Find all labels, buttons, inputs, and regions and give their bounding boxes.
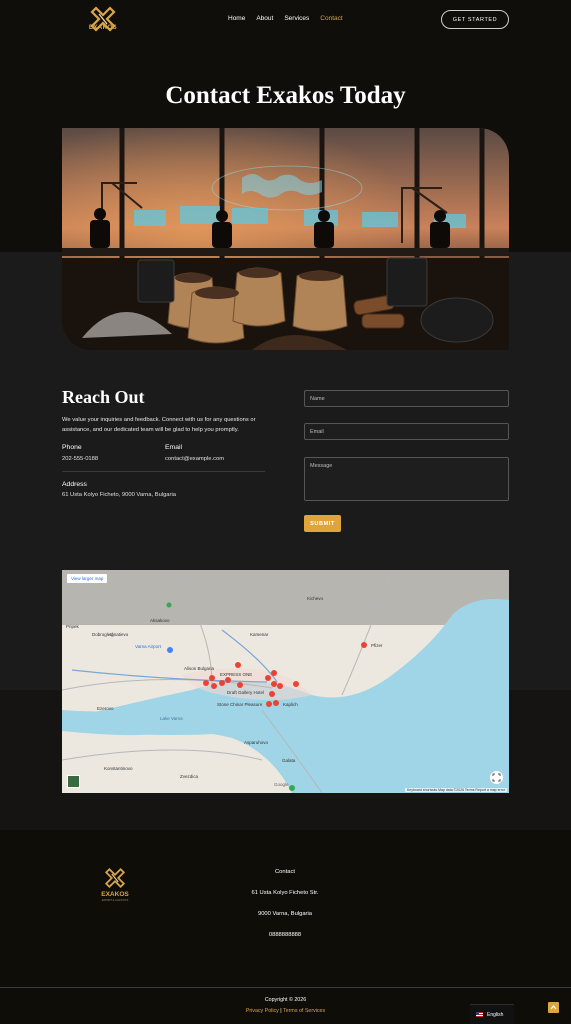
phone-label: Phone	[62, 444, 82, 451]
nav-about[interactable]: About	[256, 15, 273, 22]
nav-contact[interactable]: Contact	[320, 15, 342, 22]
page-title: Contact Exakos Today	[165, 82, 406, 109]
language-selector[interactable]: English	[470, 1004, 514, 1024]
svg-text:EXPRESS ONE: EXPRESS ONE	[220, 672, 252, 677]
reach-out-heading: Reach Out	[62, 387, 145, 407]
get-started-button[interactable]: GET STARTED	[441, 10, 509, 29]
svg-text:Kaplich: Kaplich	[283, 702, 298, 707]
terms-link[interactable]: Terms of Services	[283, 1008, 325, 1014]
svg-text:Google: Google	[274, 782, 289, 787]
nav-services[interactable]: Services	[284, 15, 309, 22]
svg-text:Draft Gallery Hotel: Draft Gallery Hotel	[227, 690, 264, 695]
svg-text:Asparuhovo: Asparuhovo	[244, 740, 269, 745]
svg-text:Stone Chinar Pleasure: Stone Chinar Pleasure	[217, 702, 263, 707]
footer-street: 61 Usta Kolyo Ficheto Str.	[251, 890, 319, 896]
flag-us-icon	[476, 1012, 483, 1017]
copyright: Copyright © 2026	[264, 997, 307, 1003]
site-header: EXAKOS Home About Services Contact GET S…	[0, 0, 571, 40]
submit-button[interactable]: SUBMIT	[304, 515, 341, 532]
footer-city: 9000 Varna, Bulgaria	[257, 911, 313, 917]
language-label: English	[487, 1011, 504, 1018]
site-footer	[0, 830, 571, 1024]
svg-text:Pfizer: Pfizer	[371, 643, 383, 648]
hero-image	[62, 128, 509, 350]
svg-text:Konstantinovo: Konstantinovo	[104, 766, 133, 771]
view-larger-map-link[interactable]: View larger map	[67, 574, 108, 583]
svg-text:Ezerovo: Ezerovo	[97, 706, 114, 711]
arrow-up-icon[interactable]	[548, 1002, 559, 1013]
divider	[62, 471, 265, 472]
name-field[interactable]: Name	[304, 390, 509, 407]
svg-text:Aksakovo: Aksakovo	[150, 618, 170, 623]
email-field[interactable]: Email	[304, 423, 509, 440]
svg-text:Lake Varna: Lake Varna	[160, 716, 183, 721]
phone-value: 202-555-0188	[62, 456, 99, 462]
footer-logo-text[interactable]: EXAKOS	[92, 891, 138, 898]
contact-description: We value your inquiries and feedback. Co…	[62, 417, 256, 433]
logo-text[interactable]: EXAKOS	[82, 25, 124, 31]
svg-text:Pripek: Pripek	[66, 624, 80, 629]
map-satellite-toggle[interactable]	[67, 775, 80, 788]
message-field[interactable]: Message	[304, 457, 509, 501]
svg-text:Alison Bulgaria: Alison Bulgaria	[184, 666, 215, 671]
footer-phone: 0888888888	[268, 932, 302, 938]
embedded-map[interactable]: Kichevo Dobrogled Aksakovo Kamenar Pripe…	[62, 570, 509, 793]
svg-text:Varna Airport: Varna Airport	[135, 644, 162, 649]
svg-text:Galata: Galata	[282, 758, 296, 763]
exakos-logo-icon[interactable]	[103, 866, 127, 890]
svg-text:Kamenar: Kamenar	[250, 632, 269, 637]
address-value: 61 Usta Kolyo Ficheto, 9000 Varna, Bulga…	[62, 492, 176, 498]
footer-tagline: EXPORT & LOGISTICS	[101, 899, 129, 902]
footer-contact-heading: Contact	[275, 869, 295, 875]
logistics-office-illustration	[62, 128, 509, 350]
nav-home[interactable]: Home	[228, 15, 245, 22]
svg-text:Zvezdica: Zvezdica	[180, 774, 199, 779]
footer-divider	[0, 987, 571, 988]
map-fullscreen-icon[interactable]	[490, 771, 503, 784]
map-attribution[interactable]: Keyboard shortcuts Map data ©2026 Terms …	[404, 788, 507, 792]
link-separator: |	[280, 1008, 282, 1014]
map-label: Kichevo	[307, 596, 324, 601]
svg-text:Ignatievo: Ignatievo	[110, 632, 129, 637]
privacy-link[interactable]: Privacy Policy	[246, 1008, 279, 1014]
email-label: Email	[165, 444, 182, 451]
email-value[interactable]: contact@example.com	[165, 456, 224, 462]
map-canvas[interactable]: Kichevo Dobrogled Aksakovo Kamenar Pripe…	[62, 570, 509, 793]
main-nav: Home About Services Contact	[228, 15, 343, 22]
address-label: Address	[62, 481, 87, 488]
